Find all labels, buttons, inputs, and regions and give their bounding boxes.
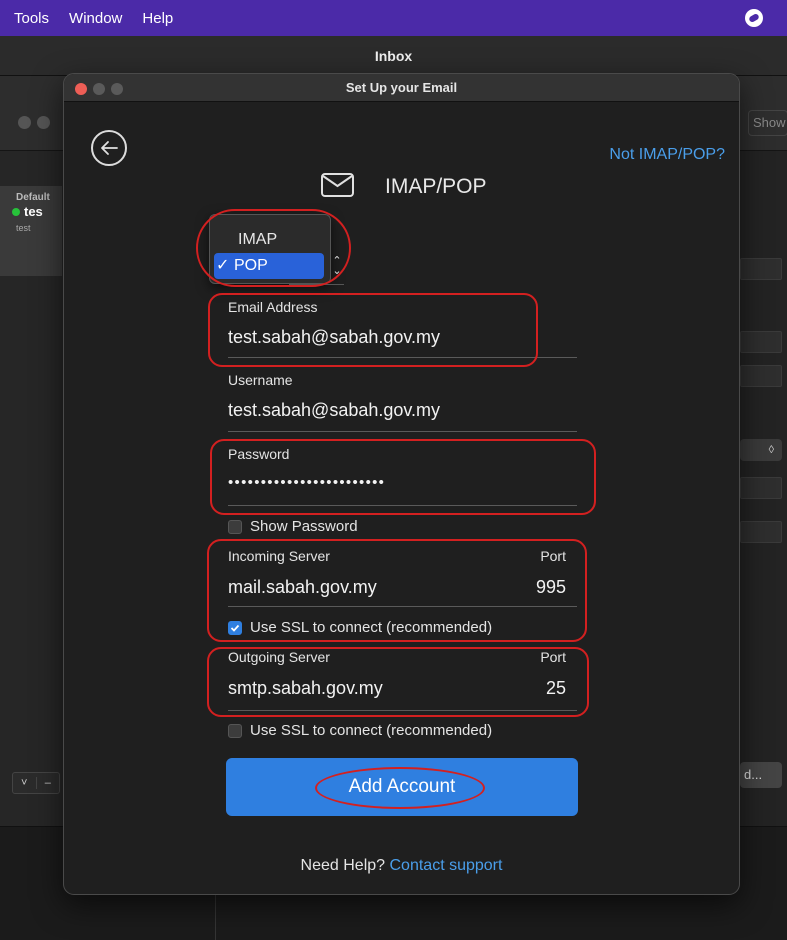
minimize-window-button[interactable] <box>93 83 105 95</box>
dialog-heading: IMAP/POP <box>385 175 487 198</box>
add-account-button[interactable]: Add Account <box>226 758 578 816</box>
outgoing-port-label: Port <box>540 649 566 665</box>
arrow-left-icon <box>101 141 118 155</box>
sidebar-account-subtitle: test <box>16 223 31 233</box>
account-type-option-pop[interactable]: ✓ POP <box>214 253 324 279</box>
outgoing-ssl-checkbox[interactable]: Use SSL to connect (recommended) <box>228 722 492 739</box>
incoming-port-field[interactable]: 995 <box>536 577 566 598</box>
sidebar-account-name: tes <box>16 204 62 219</box>
background-window-controls <box>18 116 56 134</box>
menu-window[interactable]: Window <box>59 10 132 27</box>
email-label: Email Address <box>228 299 318 315</box>
background-window-title: Inbox <box>0 36 787 76</box>
username-underline <box>228 431 577 432</box>
incoming-underline <box>228 606 577 607</box>
window-traffic-lights <box>75 82 129 100</box>
incoming-port-label: Port <box>540 548 566 564</box>
help-footer: Need Help? Contact support <box>64 857 739 875</box>
menu-tools[interactable]: Tools <box>0 10 59 27</box>
back-button[interactable] <box>91 130 127 166</box>
password-field[interactable]: •••••••••••••••••••••••• <box>228 474 385 491</box>
background-field[interactable] <box>740 331 782 353</box>
background-button[interactable]: d... <box>740 762 782 788</box>
not-imap-pop-link[interactable]: Not IMAP/POP? <box>609 146 725 164</box>
email-underline <box>228 357 577 358</box>
help-prefix: Need Help? <box>300 857 386 874</box>
checkmark-icon: ✓ <box>216 257 230 274</box>
account-type-stepper-icon[interactable]: ⌃ ⌄ <box>331 254 343 277</box>
checkbox-box[interactable] <box>228 519 242 534</box>
password-underline <box>228 505 577 506</box>
incoming-ssl-label: Use SSL to connect (recommended) <box>250 619 493 636</box>
menu-bar: Tools Window Help <box>0 0 787 36</box>
option-label: POP <box>234 257 268 274</box>
username-label: Username <box>228 372 293 388</box>
background-field[interactable] <box>740 258 782 280</box>
dialog-title: Set Up your Email <box>64 74 739 102</box>
outgoing-underline <box>228 710 577 711</box>
background-right-panel: Show ◊ d... <box>740 110 787 826</box>
menu-help[interactable]: Help <box>132 10 183 27</box>
envelope-icon <box>321 173 354 197</box>
show-password-label: Show Password <box>250 518 358 535</box>
app-status-icon[interactable] <box>745 9 763 27</box>
background-field[interactable] <box>740 365 782 387</box>
password-label: Password <box>228 446 290 462</box>
background-stepper[interactable]: ◊ <box>740 439 782 461</box>
account-type-underline <box>289 284 344 285</box>
incoming-server-field[interactable]: mail.sabah.gov.my <box>228 577 377 598</box>
username-field[interactable]: test.sabah@sabah.gov.my <box>228 400 440 421</box>
show-password-checkbox[interactable]: Show Password <box>228 518 358 535</box>
checkbox-checked-icon[interactable] <box>228 620 242 635</box>
sidebar-remove-button[interactable]: – <box>37 777 60 789</box>
background-field[interactable] <box>740 521 782 543</box>
setup-email-dialog: Set Up your Email Not IMAP/POP? IMAP/POP… <box>63 73 740 895</box>
zoom-window-button[interactable] <box>111 83 123 95</box>
account-type-menu: IMAP ✓ POP <box>209 214 331 284</box>
contact-support-link[interactable]: Contact support <box>390 857 503 874</box>
sidebar-chevron-down-icon[interactable]: ˅ <box>13 777 37 789</box>
outgoing-port-field[interactable]: 25 <box>546 678 566 699</box>
close-window-button[interactable] <box>75 83 87 95</box>
outgoing-server-label: Outgoing Server <box>228 649 330 665</box>
checkbox-box[interactable] <box>228 723 242 738</box>
outgoing-ssl-label: Use SSL to connect (recommended) <box>250 722 493 739</box>
incoming-server-label: Incoming Server <box>228 548 330 564</box>
outgoing-server-field[interactable]: smtp.sabah.gov.my <box>228 678 383 699</box>
account-type-option-imap[interactable]: IMAP <box>214 227 324 253</box>
sidebar-account-group: Default <box>16 192 50 203</box>
email-field[interactable]: test.sabah@sabah.gov.my <box>228 327 440 348</box>
incoming-ssl-checkbox[interactable]: Use SSL to connect (recommended) <box>228 619 492 636</box>
show-button[interactable]: Show <box>748 110 787 136</box>
sidebar-footer-controls[interactable]: ˅ – <box>12 772 60 794</box>
background-field[interactable] <box>740 477 782 499</box>
option-label: IMAP <box>238 231 278 248</box>
sidebar-account[interactable]: Default tes test <box>0 186 62 276</box>
